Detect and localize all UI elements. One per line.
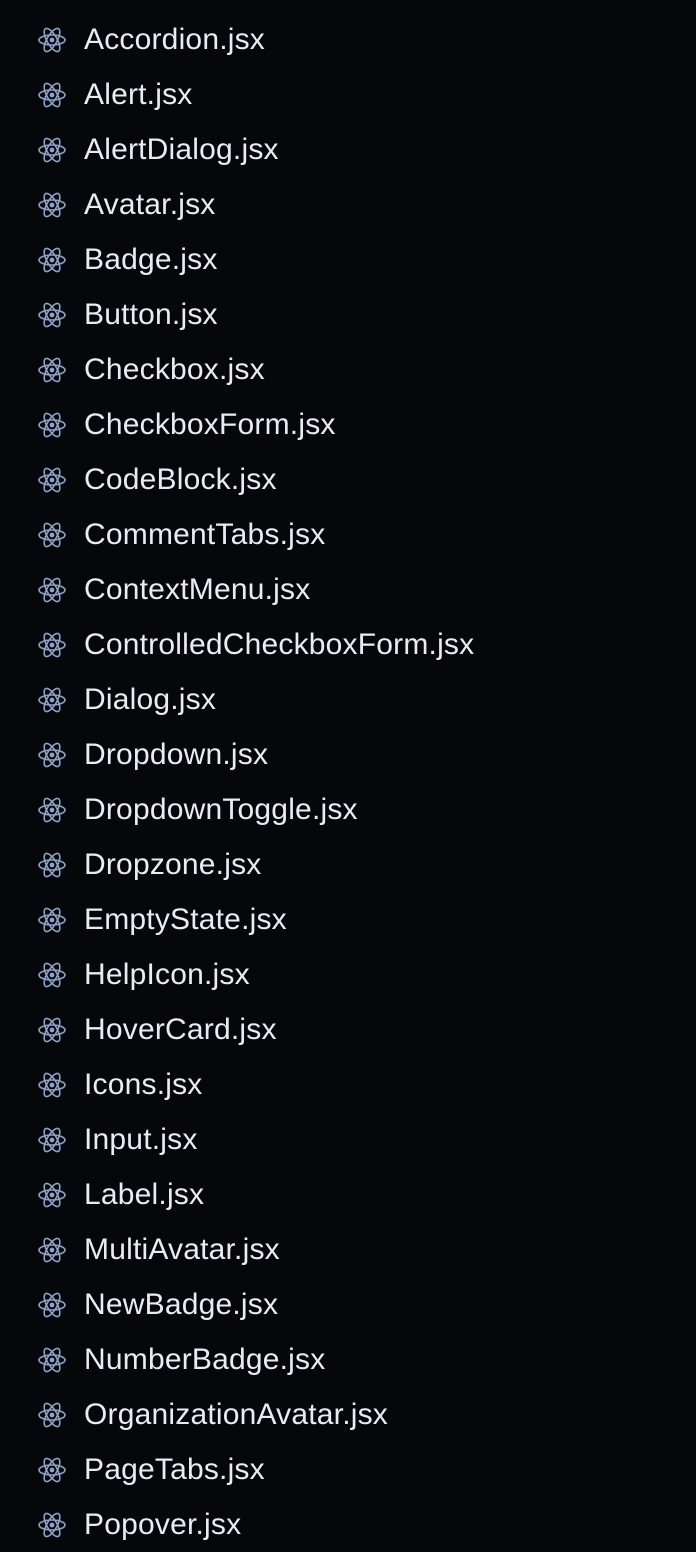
react-icon <box>37 1235 67 1265</box>
file-item[interactable]: Icons.jsx <box>0 1057 696 1112</box>
react-icon <box>37 190 67 220</box>
file-name: Badge.jsx <box>84 242 218 276</box>
file-item[interactable]: Input.jsx <box>0 1112 696 1167</box>
file-name: CodeBlock.jsx <box>84 462 277 496</box>
react-icon <box>37 1455 67 1485</box>
file-item[interactable]: AlertDialog.jsx <box>0 122 696 177</box>
react-icon <box>37 575 67 605</box>
react-icon <box>37 1400 67 1430</box>
react-icon <box>37 740 67 770</box>
file-name: DropdownToggle.jsx <box>84 792 358 826</box>
file-name: ControlledCheckboxForm.jsx <box>84 627 475 661</box>
react-icon <box>37 1510 67 1540</box>
file-list: Accordion.jsx Alert.jsx AlertDialog.jsx … <box>0 0 696 1552</box>
file-name: MultiAvatar.jsx <box>84 1232 280 1266</box>
file-item[interactable]: MultiAvatar.jsx <box>0 1222 696 1277</box>
file-name: Dialog.jsx <box>84 682 217 716</box>
file-item[interactable]: ContextMenu.jsx <box>0 562 696 617</box>
react-icon <box>37 520 67 550</box>
react-icon <box>37 410 67 440</box>
react-icon <box>37 245 67 275</box>
react-icon <box>37 300 67 330</box>
file-name: OrganizationAvatar.jsx <box>84 1397 389 1431</box>
file-item[interactable]: Checkbox.jsx <box>0 342 696 397</box>
file-name: NumberBadge.jsx <box>84 1342 326 1376</box>
file-item[interactable]: HoverCard.jsx <box>0 1002 696 1057</box>
react-icon <box>37 960 67 990</box>
file-name: Avatar.jsx <box>84 187 216 221</box>
file-item[interactable]: Dropzone.jsx <box>0 837 696 892</box>
react-icon <box>37 355 67 385</box>
file-item[interactable]: Accordion.jsx <box>0 12 696 67</box>
react-icon <box>37 465 67 495</box>
react-icon <box>37 25 67 55</box>
file-name: NewBadge.jsx <box>84 1287 279 1321</box>
file-name: Alert.jsx <box>84 77 193 111</box>
file-name: AlertDialog.jsx <box>84 132 279 166</box>
file-name: Dropdown.jsx <box>84 737 269 771</box>
file-item[interactable]: NumberBadge.jsx <box>0 1332 696 1387</box>
file-name: Label.jsx <box>84 1177 205 1211</box>
file-item[interactable]: OrganizationAvatar.jsx <box>0 1387 696 1442</box>
react-icon <box>37 1070 67 1100</box>
file-item[interactable]: ControlledCheckboxForm.jsx <box>0 617 696 672</box>
file-name: Checkbox.jsx <box>84 352 265 386</box>
react-icon <box>37 1180 67 1210</box>
file-name: Dropzone.jsx <box>84 847 262 881</box>
file-name: HoverCard.jsx <box>84 1012 277 1046</box>
file-item[interactable]: CommentTabs.jsx <box>0 507 696 562</box>
file-name: Popover.jsx <box>84 1507 242 1541</box>
file-explorer: Accordion.jsx Alert.jsx AlertDialog.jsx … <box>0 0 696 1552</box>
file-item[interactable]: Avatar.jsx <box>0 177 696 232</box>
file-name: EmptyState.jsx <box>84 902 287 936</box>
file-item[interactable]: Dialog.jsx <box>0 672 696 727</box>
react-icon <box>37 685 67 715</box>
react-icon <box>37 795 67 825</box>
react-icon <box>37 80 67 110</box>
file-name: PageTabs.jsx <box>84 1452 265 1486</box>
file-name: Accordion.jsx <box>84 22 266 56</box>
file-item[interactable]: DropdownToggle.jsx <box>0 782 696 837</box>
file-item[interactable]: Alert.jsx <box>0 67 696 122</box>
file-item[interactable]: CheckboxForm.jsx <box>0 397 696 452</box>
file-name: ContextMenu.jsx <box>84 572 311 606</box>
file-name: Icons.jsx <box>84 1067 203 1101</box>
react-icon <box>37 630 67 660</box>
react-icon <box>37 850 67 880</box>
react-icon <box>37 1345 67 1375</box>
file-name: Input.jsx <box>84 1122 198 1156</box>
file-item[interactable]: PageTabs.jsx <box>0 1442 696 1497</box>
file-name: Button.jsx <box>84 297 218 331</box>
react-icon <box>37 1015 67 1045</box>
react-icon <box>37 1125 67 1155</box>
react-icon <box>37 135 67 165</box>
react-icon <box>37 905 67 935</box>
file-name: HelpIcon.jsx <box>84 957 250 991</box>
file-item[interactable]: EmptyState.jsx <box>0 892 696 947</box>
file-item[interactable]: Dropdown.jsx <box>0 727 696 782</box>
file-name: CommentTabs.jsx <box>84 517 326 551</box>
file-item[interactable]: HelpIcon.jsx <box>0 947 696 1002</box>
file-item[interactable]: Popover.jsx <box>0 1497 696 1552</box>
file-item[interactable]: NewBadge.jsx <box>0 1277 696 1332</box>
react-icon <box>37 1290 67 1320</box>
file-item[interactable]: CodeBlock.jsx <box>0 452 696 507</box>
file-item[interactable]: Label.jsx <box>0 1167 696 1222</box>
file-item[interactable]: Badge.jsx <box>0 232 696 287</box>
file-name: CheckboxForm.jsx <box>84 407 336 441</box>
file-item[interactable]: Button.jsx <box>0 287 696 342</box>
